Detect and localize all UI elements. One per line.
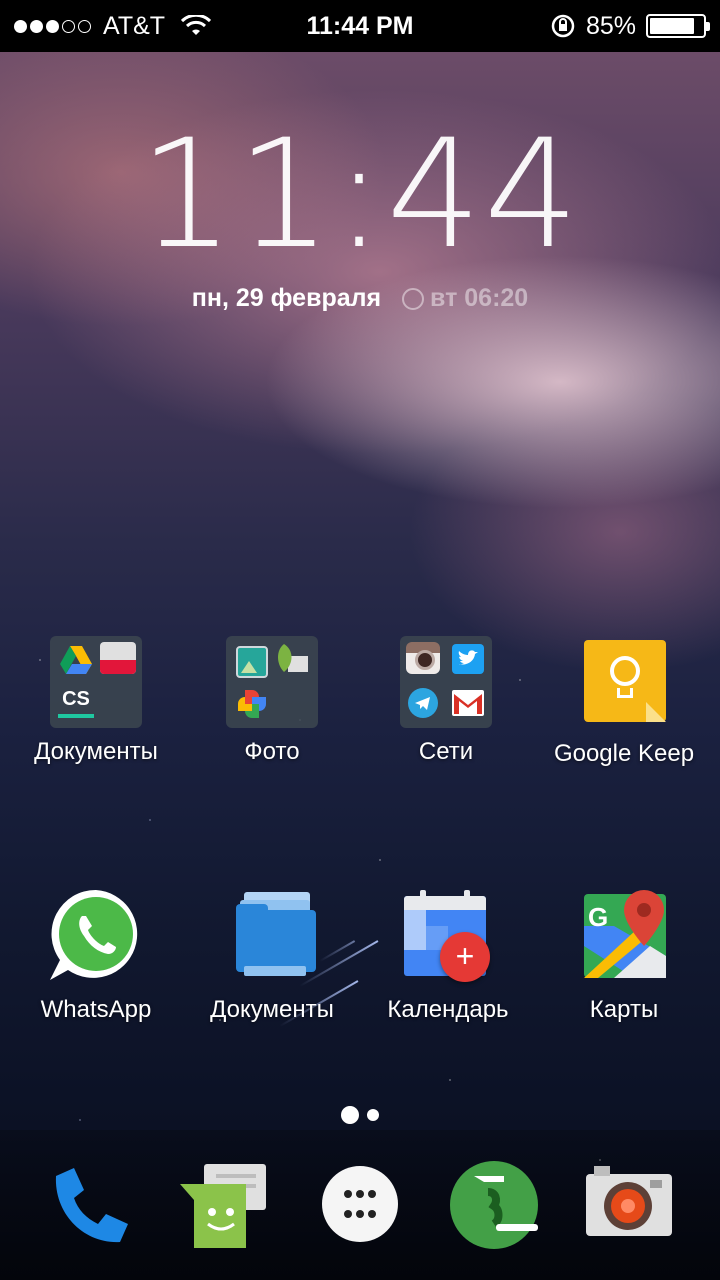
- google-keep-icon: [574, 636, 674, 736]
- clock-widget-date: пн, 29 февраля: [191, 284, 382, 312]
- page-dot-current: [341, 1106, 359, 1124]
- instagram-icon: [406, 642, 440, 674]
- app-calendar[interactable]: + Календарь: [360, 886, 536, 1024]
- gmail-icon: [452, 690, 484, 716]
- svg-text:G: G: [588, 902, 608, 932]
- google-maps-icon: G: [574, 886, 674, 986]
- gallery-icon: [236, 646, 268, 678]
- rotation-lock-icon: [551, 14, 575, 38]
- evernote-icon: [450, 1161, 538, 1249]
- whatsapp-icon: [46, 886, 146, 986]
- folder-photo[interactable]: Фото: [184, 636, 360, 766]
- dock-messenger[interactable]: [176, 1160, 276, 1250]
- google-photos-icon: [238, 690, 266, 718]
- snapseed-icon: [278, 644, 308, 672]
- app-drawer-button[interactable]: [310, 1160, 410, 1250]
- folder-documents[interactable]: CS Документы: [8, 636, 184, 766]
- folder-icon: [400, 636, 492, 728]
- folder-icon: CS: [50, 636, 142, 728]
- clock-widget-time[interactable]: 11:44: [0, 108, 720, 282]
- app-label: Календарь: [387, 996, 509, 1023]
- dock-phone[interactable]: [40, 1160, 140, 1250]
- camera-icon: [586, 1166, 672, 1236]
- app-label: Сети: [418, 738, 474, 765]
- page-indicator[interactable]: [0, 1106, 720, 1124]
- page-dot: [367, 1109, 379, 1121]
- app-google-keep[interactable]: Google Keep: [536, 636, 712, 768]
- app-label: Документы: [210, 996, 334, 1023]
- battery-icon: [646, 14, 710, 38]
- app-files[interactable]: Документы: [184, 886, 360, 1024]
- app-label: Google Keep: [553, 740, 695, 767]
- app-whatsapp[interactable]: WhatsApp: [8, 886, 184, 1024]
- google-drive-icon: [60, 646, 92, 674]
- app-label: WhatsApp: [40, 996, 152, 1023]
- folder-icon: [226, 636, 318, 728]
- battery-percent: 85%: [585, 11, 636, 40]
- calendar-icon: +: [398, 886, 498, 986]
- app-label: Фото: [244, 738, 300, 765]
- status-bar: AT&T 11:44 PM 85%: [0, 0, 720, 52]
- clock-widget-date-row[interactable]: пн, 29 февраля вт 06:20: [0, 284, 720, 313]
- folder-networks[interactable]: Сети: [358, 636, 534, 766]
- camscanner-icon: CS: [58, 686, 94, 718]
- printer-icon: [100, 642, 136, 674]
- phone-icon: [55, 1168, 128, 1243]
- add-event-fab-icon: +: [440, 932, 490, 982]
- app-label: Карты: [589, 996, 659, 1023]
- telegram-icon: [408, 688, 438, 718]
- app-label: Документы: [34, 738, 158, 765]
- dock-evernote[interactable]: [444, 1160, 544, 1250]
- files-folder-icon: [222, 886, 322, 986]
- alarm-clock-icon: [402, 288, 425, 310]
- app-maps[interactable]: G Карты: [536, 886, 712, 1024]
- dock-camera[interactable]: [580, 1160, 680, 1250]
- next-alarm: вт 06:20: [430, 284, 529, 312]
- messenger-icon: [180, 1164, 266, 1248]
- twitter-icon: [452, 644, 484, 674]
- app-drawer-icon: [322, 1166, 398, 1242]
